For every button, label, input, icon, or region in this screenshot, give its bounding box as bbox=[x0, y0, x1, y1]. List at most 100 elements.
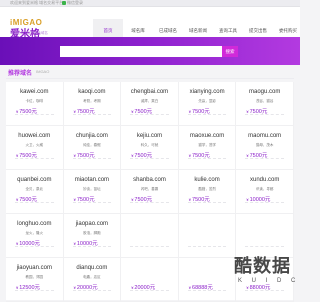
domain-desc: 猫学，茂学 bbox=[198, 143, 216, 147]
domain-card[interactable]: maogu.com 茂谷，猫谷 ¥7500元 bbox=[236, 82, 294, 126]
card-divider bbox=[187, 290, 227, 291]
domain-desc: 科久，可就 bbox=[140, 143, 159, 147]
domain-card[interactable]: kawei.com 卡位，咖啡 ¥7500元 bbox=[6, 82, 64, 126]
domain-desc: 猫母，茂木 bbox=[255, 143, 274, 147]
domain-desc: 纯佳，春假 bbox=[83, 143, 101, 147]
domain-desc: 酷猎，苦烈 bbox=[198, 187, 216, 191]
section-title: 推荐域名 bbox=[8, 71, 33, 77]
domain-card[interactable]: miaotan.com 妙谈，苗坛 ¥7500元 bbox=[63, 170, 122, 214]
domain-price bbox=[131, 239, 132, 245]
card-divider bbox=[15, 114, 54, 115]
domain-card[interactable]: chengbai.com 诚拜，乘白 ¥7500元 bbox=[121, 82, 179, 126]
welcome-text: 欢迎来到爱米格 域名交易平台 bbox=[10, 0, 64, 5]
domain-desc: 火卫，火威 bbox=[25, 143, 44, 147]
domain-name[interactable]: maomu.com bbox=[236, 133, 293, 139]
domain-card[interactable]: ¥20000元 bbox=[121, 258, 179, 302]
domain-card[interactable]: huowei.com 火卫，火威 ¥7500元 bbox=[6, 126, 64, 170]
wechat-login[interactable]: 微信登录 bbox=[62, 0, 83, 6]
domain-name[interactable]: miaotan.com bbox=[64, 177, 121, 183]
domain-card[interactable]: xundu.com 讯读，寻都 ¥10000元 bbox=[236, 170, 294, 214]
wechat-icon bbox=[62, 0, 66, 5]
domain-desc: 妙谈，苗坛 bbox=[83, 187, 101, 191]
search-input[interactable] bbox=[60, 46, 222, 57]
card-divider bbox=[15, 202, 54, 203]
card-divider bbox=[72, 290, 112, 291]
card-divider bbox=[245, 158, 284, 159]
domain-name[interactable]: chunjia.com bbox=[64, 133, 121, 139]
logo-subtitle: 域名交易 | 优质精品域名 bbox=[10, 31, 48, 35]
watermark-text: 酷数据 bbox=[234, 256, 291, 276]
domain-desc: 电趣，店区 bbox=[83, 275, 101, 279]
domain-name[interactable]: dianqu.com bbox=[64, 265, 121, 271]
section-subtitle: IMGAO bbox=[36, 69, 50, 74]
card-divider bbox=[15, 158, 54, 159]
watermark-subtext: K U I D C bbox=[238, 278, 300, 284]
domain-card[interactable]: xianying.com 先赢，显影 ¥7500元 bbox=[178, 82, 237, 126]
card-divider bbox=[130, 158, 169, 159]
domain-card[interactable]: maomu.com 猫母，茂木 ¥7500元 bbox=[236, 126, 294, 170]
card-divider bbox=[130, 114, 169, 115]
domain-name[interactable]: kawei.com bbox=[6, 89, 63, 95]
domain-card[interactable]: chunjia.com 纯佳，春假 ¥7500元 bbox=[63, 126, 122, 170]
domain-price bbox=[189, 239, 190, 245]
card-divider bbox=[72, 246, 112, 247]
domain-desc: 茂谷，猫谷 bbox=[255, 99, 274, 103]
domain-name[interactable]: kaoqi.com bbox=[64, 89, 121, 95]
card-divider bbox=[187, 158, 227, 159]
domain-name[interactable]: maoxue.com bbox=[179, 133, 236, 139]
search-banner: 搜索 bbox=[0, 37, 300, 65]
domain-card[interactable]: kejiu.com 科久，可就 ¥7500元 bbox=[121, 126, 179, 170]
domain-card[interactable]: kaoqi.com 考勤，考期 ¥7500元 bbox=[63, 82, 122, 126]
card-divider bbox=[187, 114, 227, 115]
watermark-logo: 酷数据 K U I D C bbox=[228, 250, 300, 300]
domain-name[interactable]: shanba.com bbox=[121, 177, 178, 183]
domain-card[interactable]: maoxue.com 猫学，茂学 ¥7500元 bbox=[178, 126, 237, 170]
domain-name[interactable]: jiaoyuan.com bbox=[6, 265, 63, 271]
top-bar: 欢迎来到爱米格 域名交易平台 微信登录 bbox=[0, 0, 300, 7]
card-divider bbox=[15, 246, 54, 247]
domain-name[interactable]: jiaopao.com bbox=[64, 221, 121, 227]
domain-desc: 闪吧，善霸 bbox=[140, 187, 159, 191]
domain-desc: 卡位，咖啡 bbox=[25, 99, 44, 103]
card-divider bbox=[130, 202, 169, 203]
domain-card[interactable]: quanbei.com 全贝，泉北 ¥7500元 bbox=[6, 170, 64, 214]
domain-desc: 诚拜，乘白 bbox=[140, 99, 159, 103]
card-divider bbox=[130, 290, 169, 291]
domain-card[interactable]: jiaoyuan.com 教园，郊园 ¥12500元 bbox=[6, 258, 64, 302]
domain-name[interactable]: longhuo.com bbox=[6, 221, 63, 227]
card-divider bbox=[245, 246, 284, 247]
card-divider bbox=[72, 202, 112, 203]
card-divider bbox=[245, 202, 284, 203]
card-divider bbox=[72, 114, 112, 115]
domain-name[interactable]: xianying.com bbox=[179, 89, 236, 95]
domain-card[interactable]: longhuo.com 龙火，隆火 ¥10000元 bbox=[6, 214, 64, 258]
domain-desc: 考勤，考期 bbox=[83, 99, 101, 103]
card-divider bbox=[187, 202, 227, 203]
search-button[interactable]: 搜索 bbox=[222, 46, 238, 57]
domain-card[interactable]: shanba.com 闪吧，善霸 ¥7500元 bbox=[121, 170, 179, 214]
domain-desc: 龙火，隆火 bbox=[25, 231, 44, 235]
domain-name[interactable]: maogu.com bbox=[236, 89, 293, 95]
domain-name[interactable]: huowei.com bbox=[6, 133, 63, 139]
domain-desc: 教园，郊园 bbox=[25, 275, 44, 279]
domain-name[interactable]: kulie.com bbox=[179, 177, 236, 183]
domain-card[interactable]: jiaopao.com 胶泡，脚跑 ¥10000元 bbox=[63, 214, 122, 258]
domain-card[interactable] bbox=[121, 214, 179, 258]
card-divider bbox=[187, 246, 227, 247]
domain-price bbox=[246, 239, 247, 245]
domain-desc: 先赢，显影 bbox=[198, 99, 216, 103]
domain-name[interactable]: xundu.com bbox=[236, 177, 293, 183]
card-divider bbox=[72, 158, 112, 159]
domain-desc: 胶泡，脚跑 bbox=[83, 231, 101, 235]
domain-desc: 全贝，泉北 bbox=[25, 187, 44, 191]
domain-name[interactable]: chengbai.com bbox=[121, 89, 178, 95]
section-header: 推荐域名 IMGAO bbox=[6, 68, 294, 79]
card-divider bbox=[245, 114, 284, 115]
domain-card[interactable]: dianqu.com 电趣，店区 ¥20000元 bbox=[63, 258, 122, 302]
domain-card[interactable]: kulie.com 酷猎，苦烈 ¥7500元 bbox=[178, 170, 237, 214]
domain-desc: 讯读，寻都 bbox=[255, 187, 274, 191]
card-divider bbox=[130, 246, 169, 247]
domain-name[interactable]: kejiu.com bbox=[121, 133, 178, 139]
domain-name[interactable]: quanbei.com bbox=[6, 177, 63, 183]
card-divider bbox=[15, 290, 54, 291]
